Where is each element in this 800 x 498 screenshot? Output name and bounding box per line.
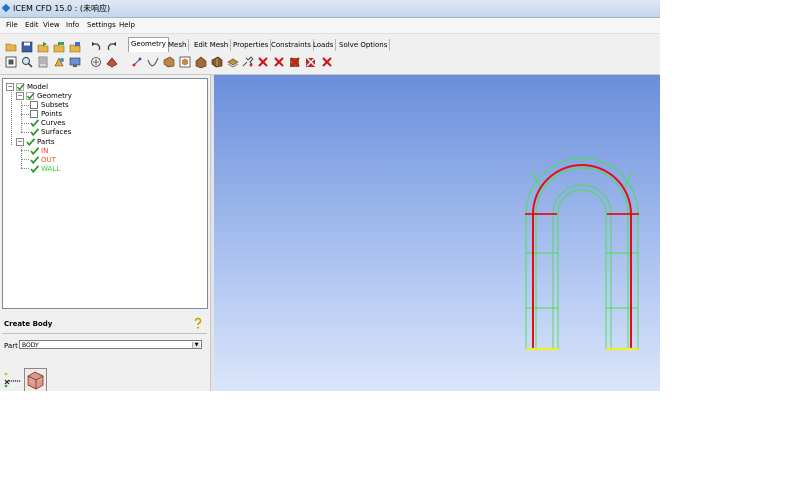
icem-window: ICEM CFD 15.0 : (未响应) File Edit View Inf… [0, 0, 660, 391]
panel-title: Create Body [4, 320, 53, 328]
collapse-icon[interactable]: − [16, 137, 24, 146]
unchecked-box-icon[interactable] [30, 100, 38, 109]
create-body-icon[interactable] [178, 55, 191, 68]
display-mode-icon[interactable] [52, 55, 65, 68]
app-logo-icon [1, 3, 11, 13]
tree-label-model[interactable]: Model [27, 83, 48, 91]
collapse-icon[interactable]: − [6, 82, 14, 91]
checkmark-icon[interactable] [26, 137, 35, 146]
delete-body-icon[interactable] [304, 55, 317, 68]
tree-label-in[interactable]: IN [41, 147, 48, 155]
geometry-utilities-icon[interactable] [226, 55, 239, 68]
tree-node-geometry[interactable]: − Geometry [16, 91, 72, 100]
open-blocking-icon[interactable] [68, 40, 81, 53]
tab-constraints[interactable]: Constraints [269, 39, 314, 51]
tree-node-model[interactable]: − Model [6, 82, 48, 91]
part-dropdown-value: BODY [22, 342, 39, 349]
create-point-icon[interactable] [130, 55, 143, 68]
tab-mesh[interactable]: Mesh [166, 39, 190, 51]
tree-node-points[interactable]: Points [30, 109, 62, 118]
tree-label-surfaces[interactable]: Surfaces [41, 128, 71, 136]
tab-edit-mesh[interactable]: Edit Mesh [192, 39, 232, 51]
tree-label-geometry[interactable]: Geometry [37, 92, 72, 100]
fit-window-icon[interactable] [4, 55, 17, 68]
part-dropdown[interactable]: BODY ▼ [19, 340, 202, 349]
checkmark-icon[interactable] [30, 146, 39, 155]
zoom-box-icon[interactable] [20, 55, 33, 68]
tree-node-part-in[interactable]: IN [30, 146, 48, 155]
tree-label-points[interactable]: Points [41, 110, 62, 118]
tree-node-subsets[interactable]: Subsets [30, 100, 69, 109]
measure-distance-icon[interactable] [36, 55, 49, 68]
checkmark-icon[interactable] [30, 127, 39, 136]
display-icon[interactable] [68, 55, 81, 68]
tab-solve-options[interactable]: Solve Options [337, 39, 391, 51]
menu-settings[interactable]: Settings [87, 21, 116, 29]
undo-icon[interactable] [89, 40, 102, 53]
open-project-icon[interactable] [4, 40, 17, 53]
create-surface-icon[interactable] [162, 55, 175, 68]
create-curve-icon[interactable] [146, 55, 159, 68]
graphics-viewport[interactable] [214, 75, 660, 391]
checkmark-icon[interactable] [30, 164, 39, 173]
tab-properties[interactable]: Properties [231, 39, 272, 51]
open-geometry-icon[interactable] [36, 40, 49, 53]
delete-any-entity-icon[interactable] [320, 55, 333, 68]
boundary-curves [525, 164, 639, 349]
checkmark-icon[interactable] [26, 91, 35, 100]
tree-node-part-wall[interactable]: WALL [30, 164, 60, 173]
tree-label-subsets[interactable]: Subsets [41, 101, 69, 109]
mesh-display-icon[interactable] [105, 55, 118, 68]
delete-surface-icon[interactable] [288, 55, 301, 68]
geometry-model [525, 157, 639, 351]
toolbar: Geometry Mesh Edit Mesh Properties Const… [0, 34, 660, 75]
tree-label-curves[interactable]: Curves [41, 119, 65, 127]
unchecked-box-icon[interactable] [30, 109, 38, 118]
topology-body-icon[interactable] [24, 368, 47, 391]
tree-node-part-out[interactable]: OUT [30, 155, 56, 164]
delete-point-icon[interactable] [256, 55, 269, 68]
tab-geometry[interactable]: Geometry [128, 37, 169, 52]
checkmark-icon[interactable] [30, 155, 39, 164]
checkmark-icon[interactable] [16, 82, 25, 91]
menu-info[interactable]: Info [66, 21, 79, 29]
redo-icon[interactable] [105, 40, 118, 53]
menu-bar: File Edit View Info Settings Help [0, 18, 660, 34]
delete-curve-icon[interactable] [272, 55, 285, 68]
chevron-down-icon[interactable]: ▼ [192, 342, 200, 348]
tree-node-surfaces[interactable]: Surfaces [30, 127, 71, 136]
tree-node-parts[interactable]: − Parts [16, 137, 54, 146]
create-body-panel: Create Body Part BODY ▼ [0, 311, 210, 391]
transform-geometry-icon[interactable] [241, 55, 254, 68]
tree-label-out[interactable]: OUT [41, 156, 56, 164]
material-point-icon[interactable] [3, 371, 23, 389]
collapse-icon[interactable]: − [16, 91, 24, 100]
save-project-icon[interactable] [20, 40, 33, 53]
menu-edit[interactable]: Edit [25, 21, 39, 29]
tree-label-wall[interactable]: WALL [41, 165, 60, 173]
checkmark-icon[interactable] [30, 118, 39, 127]
tree-label-parts[interactable]: Parts [37, 138, 54, 146]
create-faces-icon[interactable] [194, 55, 207, 68]
repair-geometry-icon[interactable] [210, 55, 223, 68]
tree-node-curves[interactable]: Curves [30, 118, 65, 127]
model-tree: − Model − Geometry Subsets Points Curves… [2, 78, 208, 309]
hard-copy-icon[interactable] [89, 55, 102, 68]
tab-loads[interactable]: Loads [311, 39, 337, 51]
menu-help[interactable]: Help [119, 21, 135, 29]
menu-file[interactable]: File [6, 21, 18, 29]
open-mesh-icon[interactable] [52, 40, 65, 53]
window-title: ICEM CFD 15.0 : (未响应) [13, 4, 111, 13]
help-icon[interactable] [193, 317, 203, 329]
separator [2, 333, 207, 334]
menu-view[interactable]: View [43, 21, 60, 29]
part-label: Part [4, 342, 18, 350]
title-bar: ICEM CFD 15.0 : (未响应) [0, 0, 660, 18]
